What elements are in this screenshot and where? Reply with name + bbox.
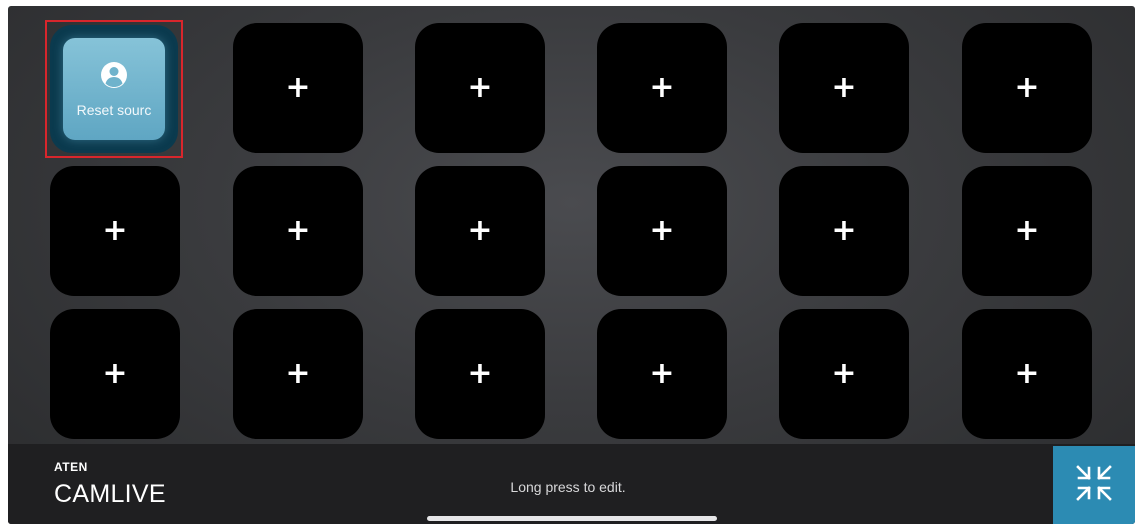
plus-icon: +: [1014, 213, 1040, 248]
plus-icon: +: [102, 213, 128, 248]
collapse-button[interactable]: [1053, 446, 1135, 524]
grid-tile-empty[interactable]: +: [233, 23, 363, 153]
brand-product-name: CAMLIVE: [54, 480, 166, 508]
bottom-bar: ATEN CAMLIVE Long press to edit.: [8, 444, 1135, 524]
home-indicator[interactable]: [427, 516, 717, 521]
brand-company-logo: ATEN: [54, 460, 88, 474]
collapse-arrows-icon: [1072, 463, 1116, 508]
plus-icon: +: [285, 356, 311, 391]
plus-icon: +: [285, 213, 311, 248]
tile-label: Reset sourc: [76, 101, 152, 118]
plus-icon: +: [649, 70, 675, 105]
grid-tile-empty[interactable]: +: [50, 309, 180, 439]
plus-icon: +: [467, 213, 493, 248]
tile-active-frame: Reset sourc: [50, 25, 178, 153]
tile-active-face: Reset sourc: [63, 38, 165, 140]
grid-tile-empty[interactable]: +: [233, 309, 363, 439]
plus-icon: +: [467, 356, 493, 391]
plus-icon: +: [1014, 70, 1040, 105]
grid-tile-empty[interactable]: +: [415, 166, 545, 296]
grid-tile-empty[interactable]: +: [962, 309, 1092, 439]
grid-tile-reset-source[interactable]: Reset sourc: [45, 20, 183, 158]
grid-tile-empty[interactable]: +: [597, 309, 727, 439]
plus-icon: +: [831, 356, 857, 391]
grid-tile-empty[interactable]: +: [962, 166, 1092, 296]
plus-icon: +: [285, 70, 311, 105]
plus-icon: +: [831, 70, 857, 105]
grid-tile-empty[interactable]: +: [233, 166, 363, 296]
plus-icon: +: [102, 356, 128, 391]
plus-icon: +: [649, 356, 675, 391]
grid-tile-empty[interactable]: +: [779, 23, 909, 153]
edit-hint-text: Long press to edit.: [510, 479, 626, 495]
grid-tile-empty[interactable]: +: [597, 166, 727, 296]
plus-icon: +: [649, 213, 675, 248]
grid-tile-empty[interactable]: +: [597, 23, 727, 153]
grid-tile-empty[interactable]: +: [779, 166, 909, 296]
grid-tile-empty[interactable]: +: [50, 166, 180, 296]
button-grid: Reset sourc + + + + + + + + + + + + + + …: [8, 6, 1135, 444]
grid-tile-empty[interactable]: +: [962, 23, 1092, 153]
app-screen: Reset sourc + + + + + + + + + + + + + + …: [8, 6, 1135, 524]
grid-tile-empty[interactable]: +: [779, 309, 909, 439]
user-circle-icon: [100, 61, 128, 94]
plus-icon: +: [831, 213, 857, 248]
plus-icon: +: [467, 70, 493, 105]
plus-icon: +: [1014, 356, 1040, 391]
grid-tile-empty[interactable]: +: [415, 23, 545, 153]
grid-tile-empty[interactable]: +: [415, 309, 545, 439]
